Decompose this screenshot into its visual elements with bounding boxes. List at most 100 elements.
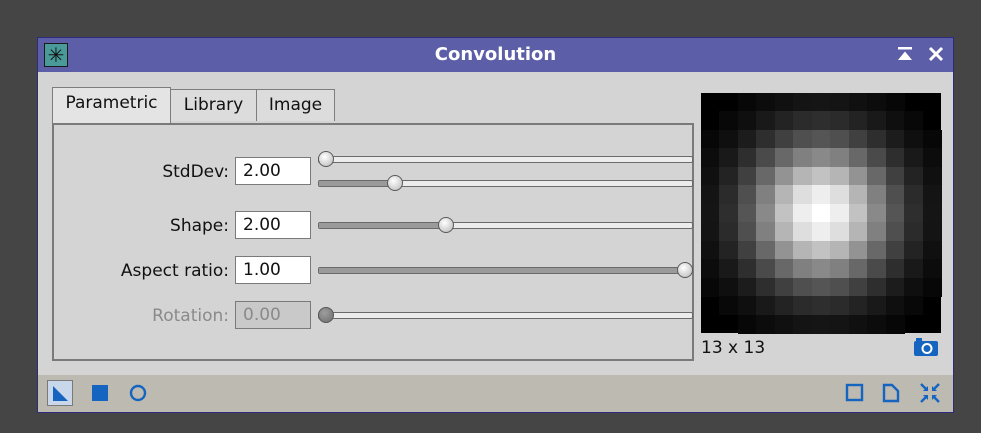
kernel-cell: [904, 129, 924, 149]
aspect-ratio-label: Aspect ratio:: [120, 261, 229, 281]
kernel-cell: [830, 240, 850, 260]
kernel-cell: [737, 129, 757, 149]
kernel-cell: [904, 111, 924, 131]
shape-input[interactable]: 2.00: [235, 211, 311, 239]
kernel-cell: [867, 148, 887, 168]
window-title: Convolution: [434, 44, 557, 65]
aspect-ratio-slider[interactable]: [318, 262, 693, 278]
kernel-cell: [793, 259, 813, 279]
kernel-cell: [885, 111, 905, 131]
kernel-cell: [830, 129, 850, 149]
kernel-cell: [922, 185, 942, 205]
kernel-cell: [737, 93, 757, 112]
kernel-cell: [830, 203, 850, 223]
tab-parametric[interactable]: Parametric: [52, 87, 171, 123]
kernel-cell: [811, 203, 831, 223]
kernel-cell: [885, 148, 905, 168]
stddev-coarse-handle[interactable]: [318, 151, 334, 167]
aspect-ratio-input[interactable]: 1.00: [235, 256, 311, 284]
kernel-cell: [830, 296, 850, 316]
reset-icon[interactable]: [917, 380, 943, 406]
stddev-fine-fill: [319, 181, 394, 186]
kernel-cell: [922, 148, 942, 168]
kernel-cell: [867, 166, 887, 186]
kernel-cell: [830, 185, 850, 205]
kernel-cell: [867, 93, 887, 112]
kernel-cell: [793, 93, 813, 112]
kernel-cell: [867, 277, 887, 297]
kernel-cell: [811, 222, 831, 242]
kernel-cell: [922, 259, 942, 279]
kernel-cell: [737, 277, 757, 297]
kernel-cell: [756, 277, 776, 297]
camera-icon[interactable]: [913, 337, 939, 357]
kernel-cell: [774, 314, 794, 334]
kernel-cell: [848, 185, 868, 205]
kernel-cell: [737, 240, 757, 260]
kernel-cell: [867, 314, 887, 334]
aspect-ratio-handle[interactable]: [677, 262, 693, 278]
rotation-input: 0.00: [235, 301, 311, 329]
stddev-fine-slider[interactable]: [318, 175, 693, 191]
kernel-cell: [885, 222, 905, 242]
kernel-cell: [774, 222, 794, 242]
kernel-cell: [737, 222, 757, 242]
new-instance-icon[interactable]: [47, 380, 73, 406]
shade-up-icon[interactable]: [894, 43, 916, 65]
kernel-cell: [848, 240, 868, 260]
kernel-cell: [811, 259, 831, 279]
browse-documentation-icon[interactable]: [878, 380, 904, 406]
kernel-cell: [756, 314, 776, 334]
tab-label: Image: [268, 95, 323, 115]
kernel-cell: [885, 277, 905, 297]
title-bar[interactable]: ✳ Convolution: [38, 38, 953, 72]
kernel-cell: [848, 93, 868, 112]
kernel-cell: [774, 259, 794, 279]
kernel-cell: [811, 240, 831, 260]
shape-slider[interactable]: [318, 217, 693, 233]
kernel-cell: [848, 166, 868, 186]
kernel-cell: [774, 166, 794, 186]
tab-label: Parametric: [65, 93, 158, 113]
kernel-cell: [756, 296, 776, 316]
kernel-cell: [830, 259, 850, 279]
kernel-cell: [793, 185, 813, 205]
kernel-cell: [848, 314, 868, 334]
shape-handle[interactable]: [438, 217, 454, 233]
kernel-cell: [701, 185, 720, 205]
kernel-cell: [719, 166, 739, 186]
tab-library[interactable]: Library: [170, 89, 257, 121]
kernel-cell: [867, 296, 887, 316]
stddev-fine-handle[interactable]: [387, 175, 403, 191]
edit-description-icon[interactable]: [842, 380, 868, 406]
kernel-cell: [811, 277, 831, 297]
shape-fill: [319, 223, 445, 228]
kernel-cell: [756, 111, 776, 131]
kernel-cell: [774, 185, 794, 205]
stddev-input[interactable]: 2.00: [235, 157, 311, 185]
kernel-cell: [922, 240, 942, 260]
kernel-cell: [756, 166, 776, 186]
kernel-cell: [756, 185, 776, 205]
kernel-cell: [719, 148, 739, 168]
kernel-size-label: 13 x 13: [701, 338, 766, 358]
kernel-cell: [774, 296, 794, 316]
aspect-ratio-fill: [319, 268, 684, 273]
close-icon[interactable]: [925, 43, 947, 65]
kernel-cell: [719, 203, 739, 223]
tab-image[interactable]: Image: [256, 89, 335, 121]
rotation-slider: [318, 307, 693, 323]
kernel-cell: [737, 185, 757, 205]
kernel-cell: [774, 277, 794, 297]
parametric-panel: StdDev: 2.00 Shape: 2.00 Aspect ratio: 1…: [52, 123, 694, 361]
kernel-cell: [922, 222, 942, 242]
kernel-cell: [701, 240, 720, 260]
kernel-cell: [848, 296, 868, 316]
kernel-cell: [867, 259, 887, 279]
kernel-cell: [885, 93, 905, 112]
kernel-cell: [756, 203, 776, 223]
stddev-coarse-slider[interactable]: [318, 151, 693, 167]
kernel-cell: [885, 129, 905, 149]
real-time-preview-icon[interactable]: [125, 380, 151, 406]
apply-global-icon[interactable]: [87, 380, 113, 406]
